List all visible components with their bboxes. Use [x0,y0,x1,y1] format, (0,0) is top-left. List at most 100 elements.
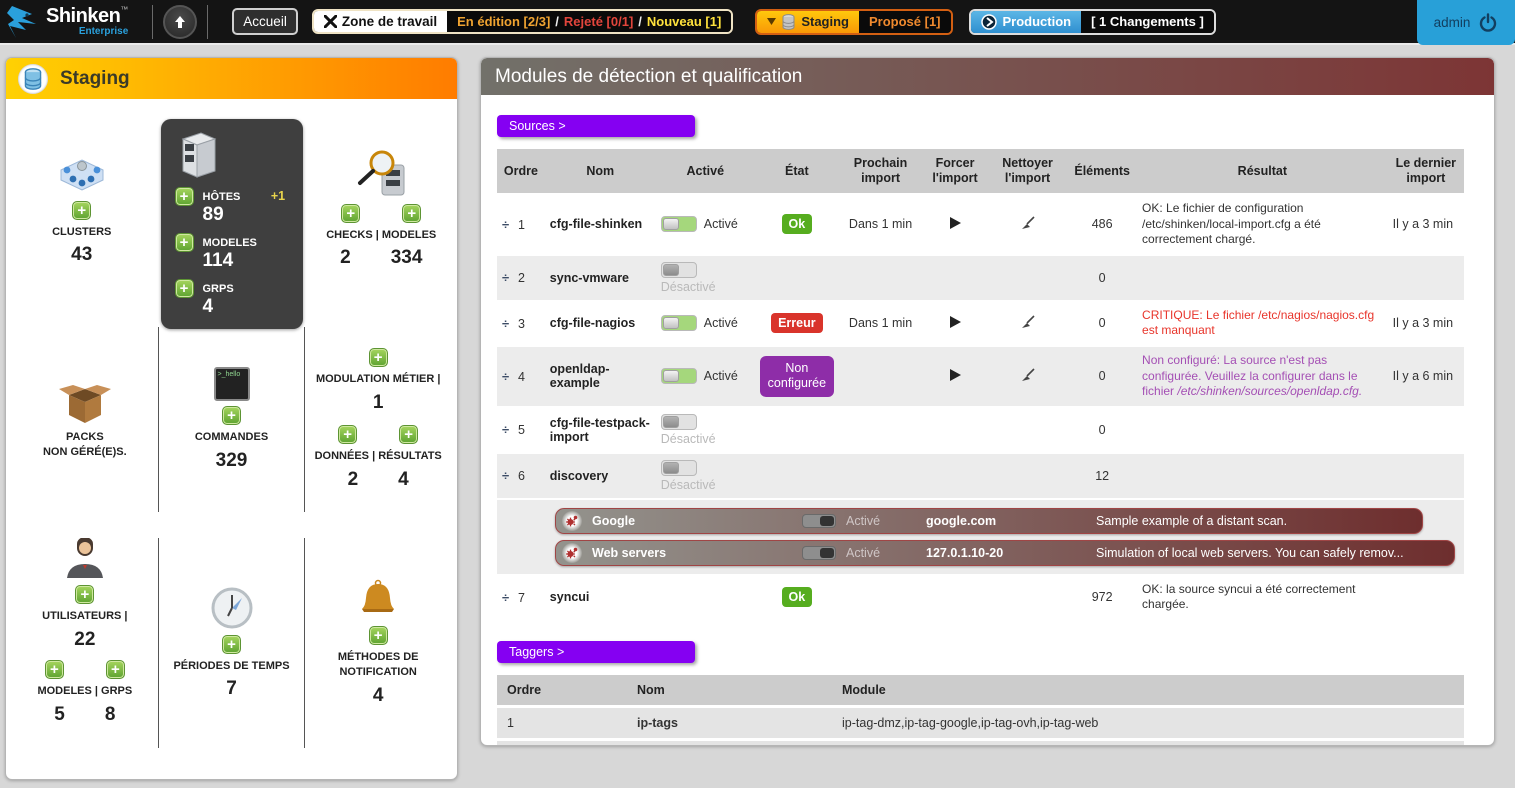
home-button[interactable]: Accueil [232,8,298,35]
add-cluster-button[interactable] [72,201,91,220]
taggers-section-button[interactable]: Taggers > [497,641,695,663]
last-import: Il y a 3 min [1388,194,1464,255]
scan-toggle[interactable] [802,546,836,560]
force-import-button[interactable] [950,217,961,229]
admin-menu[interactable]: admin [1417,0,1515,45]
add-host-button[interactable] [175,187,194,206]
active-toggle[interactable] [661,216,697,232]
production-changes-badge[interactable]: [ 1 Changements ] [1081,11,1214,33]
source-name[interactable]: syncui [545,575,656,619]
business-modulation-count[interactable]: 1 [373,392,384,414]
results-count[interactable]: 4 [398,469,409,491]
active-toggle[interactable] [661,262,697,278]
commands-label[interactable]: COMMANDES [195,430,268,445]
workzone-widget[interactable]: Zone de travail En édition [2/3] / Rejet… [312,9,733,34]
active-toggle[interactable] [661,414,697,430]
user-groups-count[interactable]: 8 [105,704,116,726]
add-check-model-button[interactable] [402,204,421,223]
workzone-editing-count[interactable]: En édition [2/3] [457,14,550,29]
source-row-discovery: ÷6 discovery Désactivé 12 [497,453,1464,499]
drag-handle-icon[interactable]: ÷ [502,590,518,605]
production-button[interactable]: Production [971,11,1082,33]
timeperiods-label[interactable]: PÉRIODES DE TEMPS [173,659,289,674]
tagger-name[interactable]: ip-tags [627,706,832,739]
row-order: 4 [518,370,525,384]
tagger-name[interactable]: regexp-tags [627,739,832,746]
check-models-count[interactable]: 334 [391,247,423,269]
drag-handle-icon[interactable]: ÷ [502,316,518,331]
source-name[interactable]: cfg-file-nagios [545,301,656,346]
clusters-label[interactable]: CLUSTERS [52,225,111,240]
clusters-count[interactable]: 43 [71,244,92,266]
workzone-new-count[interactable]: Nouveau [1] [647,14,721,29]
add-user-model-button[interactable] [45,660,64,679]
timeperiods-count[interactable]: 7 [226,678,237,700]
add-data-button[interactable] [338,425,357,444]
scan-toggle-label: Activé [846,514,916,528]
scroll-top-button[interactable] [163,5,197,39]
commands-count[interactable]: 329 [216,450,248,472]
source-name[interactable]: sync-vmware [545,255,656,301]
add-user-group-button[interactable] [106,660,125,679]
add-command-button[interactable] [222,406,241,425]
add-timeperiod-button[interactable] [222,635,241,654]
checks-label[interactable]: CHECKS | MODELES [326,228,436,243]
staging-dropdown[interactable]: Staging [757,11,859,33]
toggle-label: Activé [704,217,738,231]
sources-section-button[interactable]: Sources > [497,115,695,137]
force-import-button[interactable] [950,369,961,381]
clean-import-broom-icon[interactable] [1020,314,1036,330]
drag-handle-icon[interactable]: ÷ [502,422,518,437]
user-models-groups-label[interactable]: MODELES | GRPS [37,684,132,699]
users-count[interactable]: 22 [74,629,95,651]
elements-count: 0 [1067,407,1137,453]
add-check-button[interactable] [341,204,360,223]
drag-handle-icon[interactable]: ÷ [502,217,518,232]
source-name[interactable]: cfg-file-shinken [545,194,656,255]
host-groups-label: GRPS [203,283,234,295]
source-name[interactable]: openldap-example [545,346,656,407]
staging-proposed-badge[interactable]: Proposé [1] [859,11,951,33]
result-text: Non configuré: La source n'est pas confi… [1137,346,1388,407]
clean-import-broom-icon[interactable] [1020,367,1036,383]
production-widget[interactable]: Production [ 1 Changements ] [969,9,1216,35]
data-results-label[interactable]: DONNÉES | RÉSULTATS [315,449,442,464]
scan-description: Simulation of local web servers. You can… [1096,546,1442,560]
add-notification-method-button[interactable] [369,626,388,645]
shinken-logo[interactable]: Shinken™ Enterprise [0,4,142,40]
active-toggle[interactable] [661,315,697,331]
add-user-button[interactable] [75,585,94,604]
clean-import-broom-icon[interactable] [1020,215,1036,231]
scan-toggle[interactable] [802,514,836,528]
user-models-count[interactable]: 5 [54,704,65,726]
notification-methods-count[interactable]: 4 [373,685,384,707]
source-name[interactable]: discovery [545,453,656,499]
business-modulation-label[interactable]: MODULATION MÉTIER | [316,372,440,387]
tagger-row-regexp-tags[interactable]: 1 regexp-tags sync-regexp-tag [497,739,1464,746]
add-business-modulation-button[interactable] [369,348,388,367]
data-count[interactable]: 2 [348,469,359,491]
scan-target: 127.0.1.10-20 [926,546,1086,560]
discovery-scan-web-servers[interactable]: Web servers Activé 127.0.1.10-20 Simulat… [555,540,1455,566]
users-label[interactable]: UTILISATEURS | [42,609,127,624]
source-row-openldap-example: ÷4 openldap-example Activé Non configuré… [497,346,1464,407]
checks-count[interactable]: 2 [340,247,351,269]
add-host-group-button[interactable] [175,279,194,298]
staging-widget[interactable]: Staging Proposé [1] [755,9,952,35]
active-toggle[interactable] [661,368,697,384]
force-import-button[interactable] [950,316,961,328]
add-result-button[interactable] [399,425,418,444]
source-name[interactable]: cfg-file-testpack-import [545,407,656,453]
workzone-rejected-count[interactable]: Rejeté [0/1] [564,14,633,29]
tagger-row-ip-tags[interactable]: 1 ip-tags ip-tag-dmz,ip-tag-google,ip-ta… [497,706,1464,739]
hosts-tile[interactable]: HÔTES +1 89 MODELES 114 GRPS [161,119,303,329]
drag-handle-icon[interactable]: ÷ [502,369,518,384]
packs-block[interactable]: PACKS NON GÉRÉ(E)S. [12,327,158,512]
discovery-scan-google[interactable]: Google Activé google.com Sample example … [555,508,1423,534]
add-host-model-button[interactable] [175,233,194,252]
drag-handle-icon[interactable]: ÷ [502,270,518,285]
drag-handle-icon[interactable]: ÷ [502,468,518,483]
power-icon[interactable] [1478,13,1498,33]
workzone-button[interactable]: Zone de travail [314,11,447,32]
active-toggle[interactable] [661,460,697,476]
